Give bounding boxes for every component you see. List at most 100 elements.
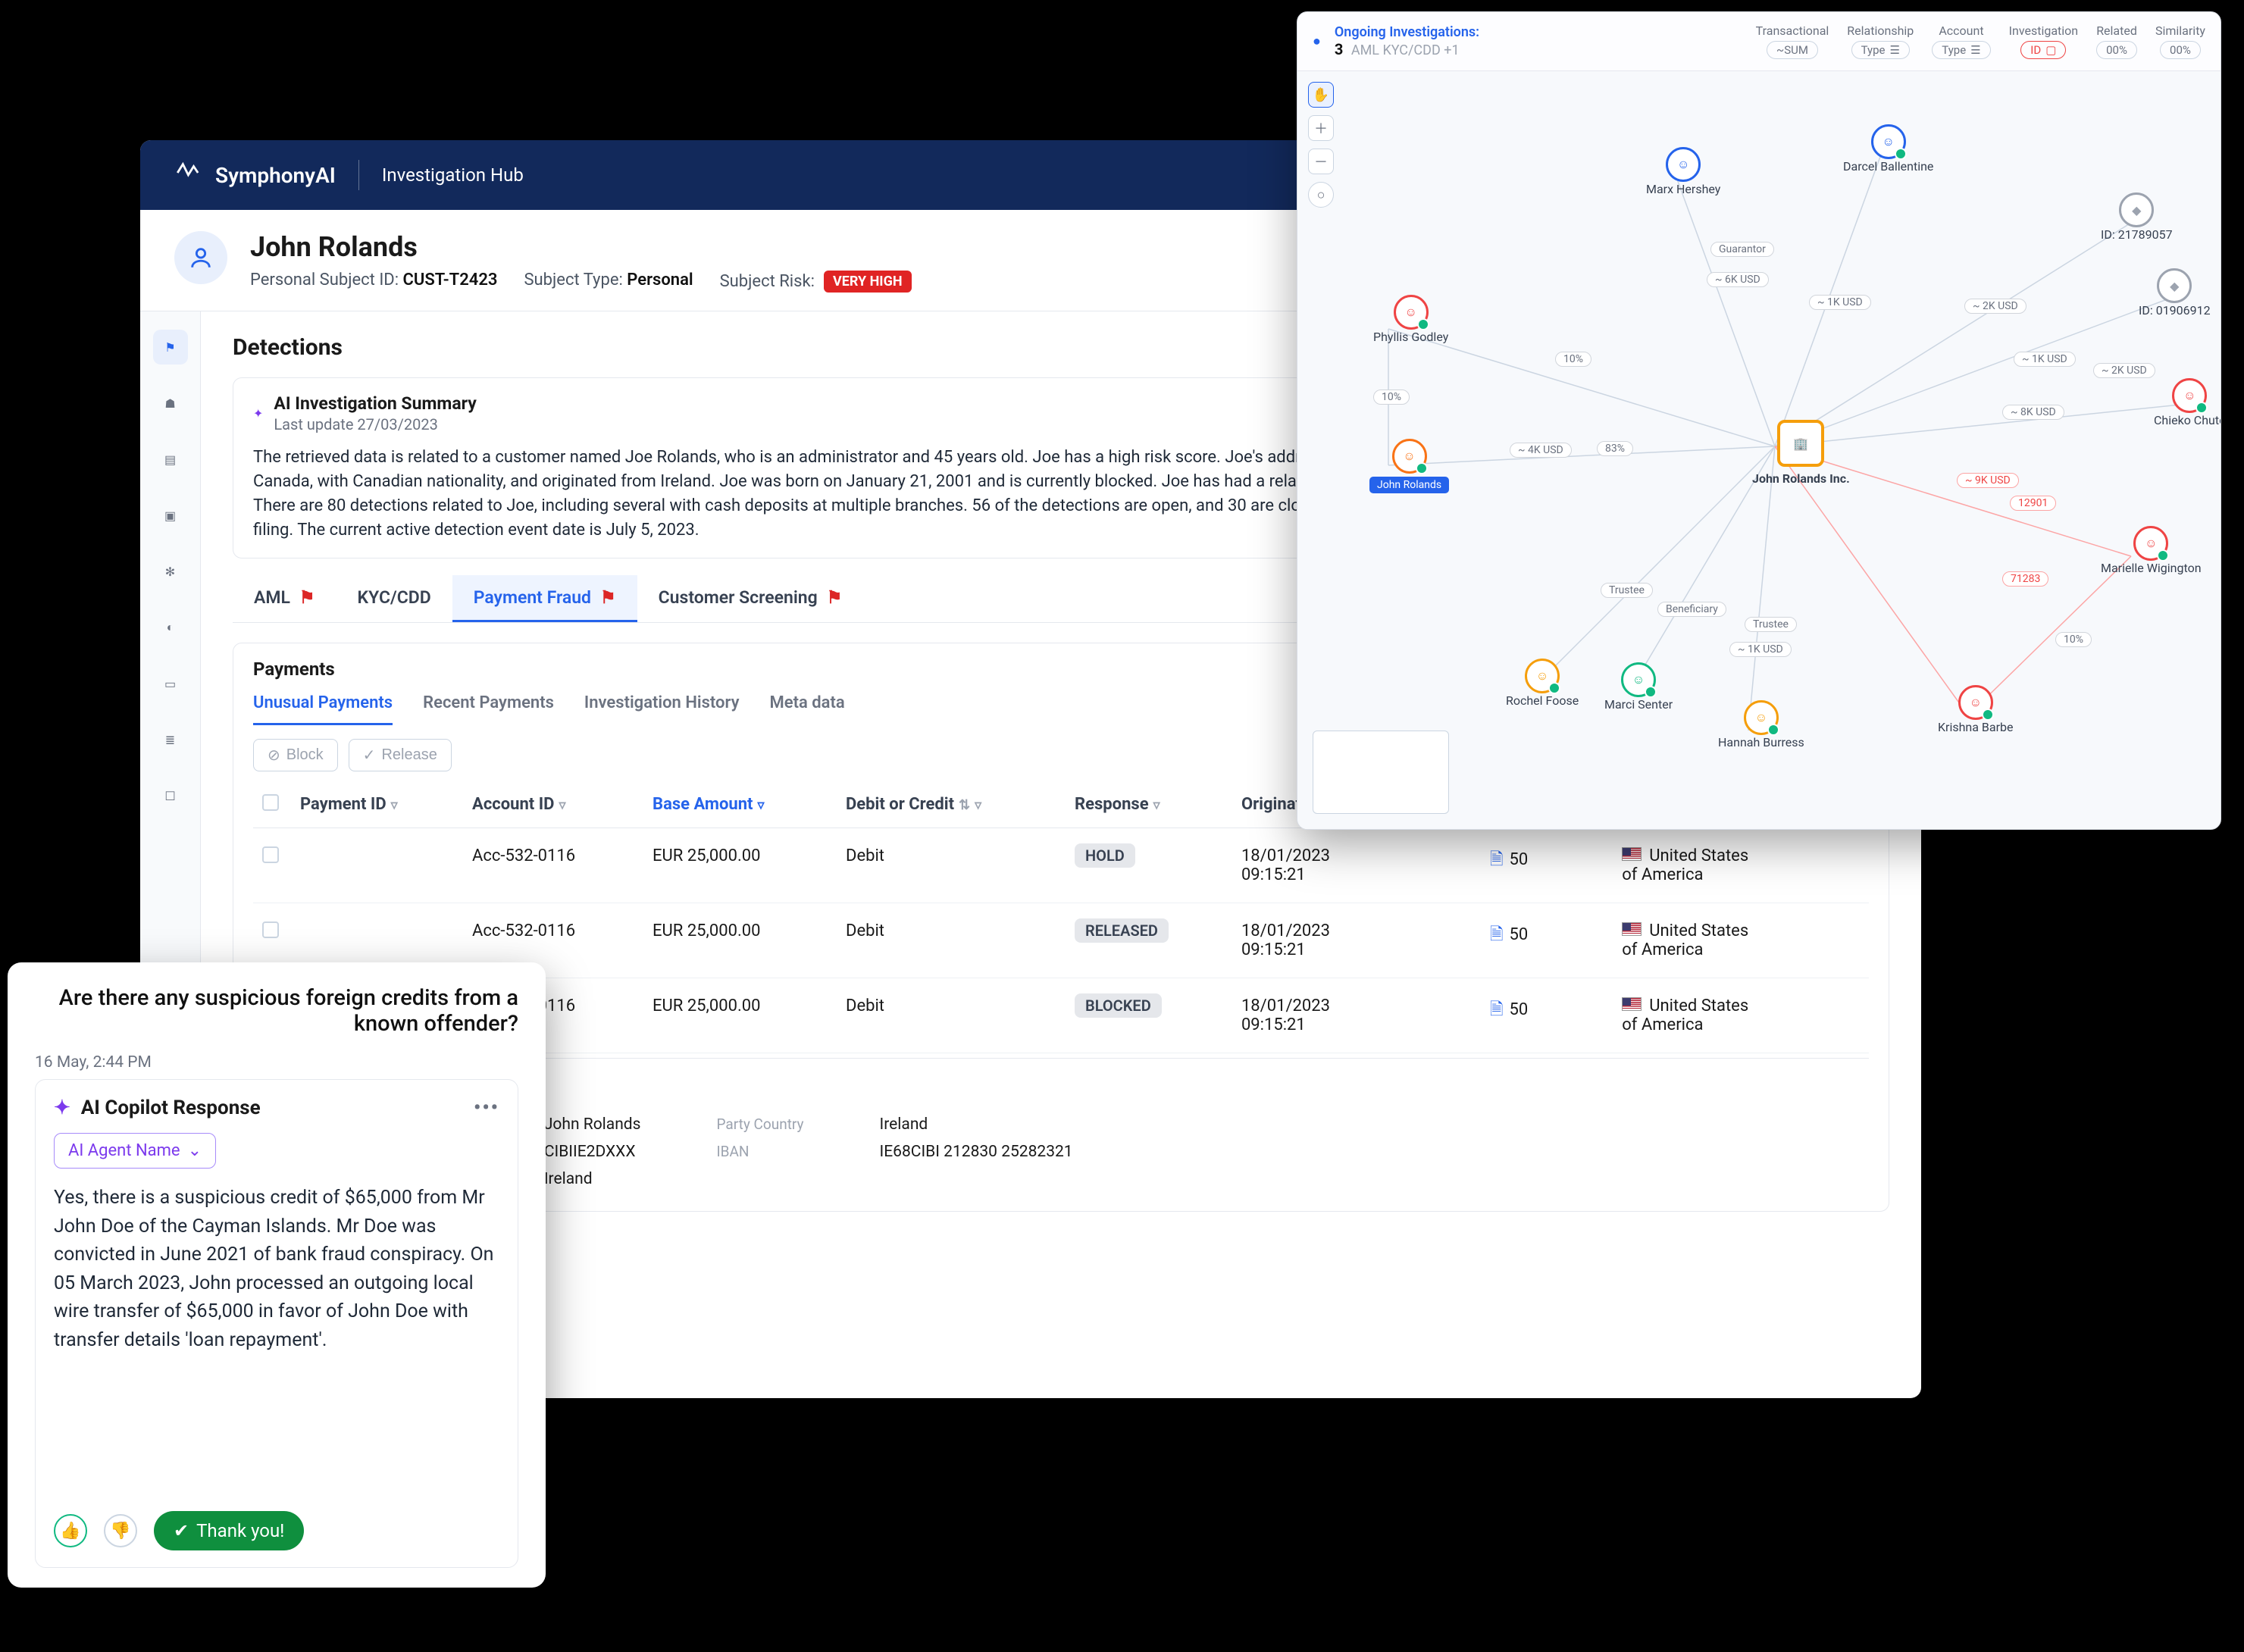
us-flag-icon [1622, 847, 1642, 861]
risk-badge: VERY HIGH [824, 271, 912, 293]
graph-node[interactable]: ☺Rochel Foose [1506, 659, 1579, 708]
cell-score: 🗎50 [1481, 828, 1613, 903]
col-payment-id[interactable]: Payment ID▿ [291, 782, 463, 828]
col-response[interactable]: Response▿ [1066, 782, 1232, 828]
thank-you-pill[interactable]: ✔Thank you! [154, 1511, 304, 1550]
row-checkbox[interactable] [262, 921, 279, 938]
rail-clipboard-icon[interactable]: ☐ [153, 778, 188, 813]
subject-meta: Personal Subject ID: CUST-T2423 Subject … [250, 271, 912, 293]
graph-node[interactable]: ☺Marx Hershey [1646, 147, 1720, 196]
doc-icon: 🗎 [1490, 850, 1504, 869]
rail-folder-icon[interactable]: ▭ [153, 666, 188, 701]
graph-node[interactable]: ☺Marielle Wigington [2101, 526, 2202, 575]
col-base-amount[interactable]: Base Amount▿ [643, 782, 837, 828]
edge-label: 10% [2055, 632, 2092, 647]
graph-node[interactable]: ☺Hannah Burress [1718, 700, 1804, 749]
copilot-feedback-row: 👍 👎 ✔Thank you! [54, 1494, 499, 1550]
info-icon: ● [1313, 33, 1321, 49]
cell-date: 18/01/202309:15:21 [1232, 978, 1481, 1053]
row-checkbox[interactable] [262, 846, 279, 863]
graph-toolbar: ● Ongoing Investigations: 3 AML KYC/CDD … [1297, 12, 2221, 71]
ongoing-count: 3 [1335, 40, 1343, 58]
flag-icon: ⚑ [600, 587, 616, 608]
filter-related[interactable]: Related00% [2096, 23, 2137, 59]
col-account-id[interactable]: Account ID▿ [463, 782, 643, 828]
brand-separator [358, 160, 359, 190]
thumbs-up-button[interactable]: 👍 [54, 1514, 87, 1547]
rail-settings-icon[interactable]: ✻ [153, 554, 188, 589]
product-name: Investigation Hub [382, 164, 524, 186]
graph-filters: Transactional~SUM RelationshipType ☰ Acc… [1756, 23, 2205, 59]
edge-label: ~ 1K USD [1809, 295, 1871, 310]
doc-icon: 🗎 [1490, 925, 1504, 944]
filter-transactional[interactable]: Transactional~SUM [1756, 23, 1829, 59]
rail-card-icon[interactable]: ▤ [153, 442, 188, 477]
graph-node[interactable]: ◆ID: 01906912 [2139, 268, 2211, 318]
graph-node[interactable]: ☺Chieko Chute [2154, 378, 2221, 427]
response-badge: BLOCKED [1075, 993, 1162, 1018]
filter-icon: ▿ [559, 797, 565, 813]
edge-label: ~ 1K USD [1729, 642, 1792, 657]
agent-selector[interactable]: AI Agent Name ⌄ [54, 1133, 216, 1169]
graph-node[interactable]: ☺Darcel Ballentine [1843, 124, 1933, 174]
subtab-recent[interactable]: Recent Payments [423, 693, 554, 725]
table-row[interactable]: Acc-532-0116EUR 25,000.00DebitHOLD18/01/… [253, 828, 1869, 903]
filter-icon: ▿ [1153, 797, 1160, 813]
filter-investigation[interactable]: InvestigationID ▢ [2009, 23, 2078, 59]
relationship-graph-panel: ● Ongoing Investigations: 3 AML KYC/CDD … [1297, 11, 2221, 830]
edge-label: 12901 [2010, 496, 2056, 511]
brand-name: SymphonyAI [215, 163, 336, 188]
cell-score: 🗎50 [1481, 978, 1613, 1053]
edge-label: Trustee [1601, 583, 1653, 598]
graph-canvas[interactable]: ✋ ＋ － ○ ☺ Phyllis Godley [1297, 71, 2221, 829]
copilot-response-card: ✦ AI Copilot Response ••• AI Agent Name … [35, 1079, 518, 1568]
filter-relationship[interactable]: RelationshipType ☰ [1847, 23, 1914, 59]
cell-country: United Statesof America [1613, 978, 1869, 1053]
cell-amount: EUR 25,000.00 [643, 903, 837, 978]
tab-aml[interactable]: AML ⚑ [233, 575, 336, 622]
graph-node-john[interactable]: ☺ John Rolands [1369, 439, 1449, 493]
subtab-unusual[interactable]: Unusual Payments [253, 693, 393, 725]
graph-node[interactable]: ☺ Phyllis Godley [1373, 295, 1448, 344]
flag-icon: ⚑ [827, 587, 843, 608]
us-flag-icon [1622, 997, 1642, 1011]
cell-score: 🗎50 [1481, 903, 1613, 978]
rail-flag-icon[interactable]: ⚑ [153, 330, 188, 365]
graph-node[interactable]: ◆ID: 21789057 [2101, 192, 2173, 242]
filter-similarity[interactable]: Similarity00% [2155, 23, 2205, 59]
rail-globe-icon[interactable]: ◐ [153, 610, 188, 645]
subtab-history[interactable]: Investigation History [584, 693, 740, 725]
block-button[interactable]: ⊘Block [253, 739, 338, 771]
tab-payment-fraud[interactable]: Payment Fraud ⚑ [452, 575, 637, 622]
response-badge: HOLD [1075, 843, 1135, 868]
cell-country: United Statesof America [1613, 828, 1869, 903]
graph-node[interactable]: ☺Krishna Barbe [1938, 685, 2014, 734]
sparkle-icon: ✦ [54, 1097, 70, 1119]
brand: SymphonyAI Investigation Hub [174, 160, 524, 191]
tab-kyc[interactable]: KYC/CDD [336, 575, 452, 622]
release-button[interactable]: ✓Release [349, 739, 452, 771]
edge-label: ~ 1K USD [2014, 352, 2076, 367]
rail-org-icon[interactable]: ☗ [153, 386, 188, 421]
rail-doc-icon[interactable]: ≣ [153, 722, 188, 757]
thumbs-down-button[interactable]: 👎 [104, 1514, 137, 1547]
flag-icon: ⚑ [299, 587, 315, 608]
chevron-down-icon: ⌄ [188, 1141, 202, 1160]
cell-amount: EUR 25,000.00 [643, 978, 837, 1053]
filter-icon: ▿ [758, 797, 765, 813]
filter-account[interactable]: AccountType ☰ [1932, 23, 1990, 59]
filter-icon: ▿ [391, 797, 398, 813]
cell-country: United Statesof America [1613, 903, 1869, 978]
select-all-checkbox[interactable] [262, 794, 279, 811]
graph-node[interactable]: ☺Marci Senter [1604, 662, 1673, 712]
tab-customer-screening[interactable]: Customer Screening ⚑ [637, 575, 864, 622]
ai-copilot-panel: Are there any suspicious foreign credits… [8, 962, 546, 1588]
edge-label: ~ 2K USD [1964, 299, 2026, 314]
col-dc[interactable]: Debit or Credit⇅▿ [837, 782, 1066, 828]
copilot-title: AI Copilot Response [81, 1097, 261, 1119]
subtab-meta[interactable]: Meta data [770, 693, 845, 725]
rail-safe-icon[interactable]: ▣ [153, 498, 188, 533]
more-menu-icon[interactable]: ••• [474, 1097, 499, 1119]
copilot-response-body: Yes, there is a suspicious credit of $65… [54, 1184, 499, 1354]
graph-node-central[interactable]: 🏢 John Rolands Inc. [1752, 420, 1850, 486]
